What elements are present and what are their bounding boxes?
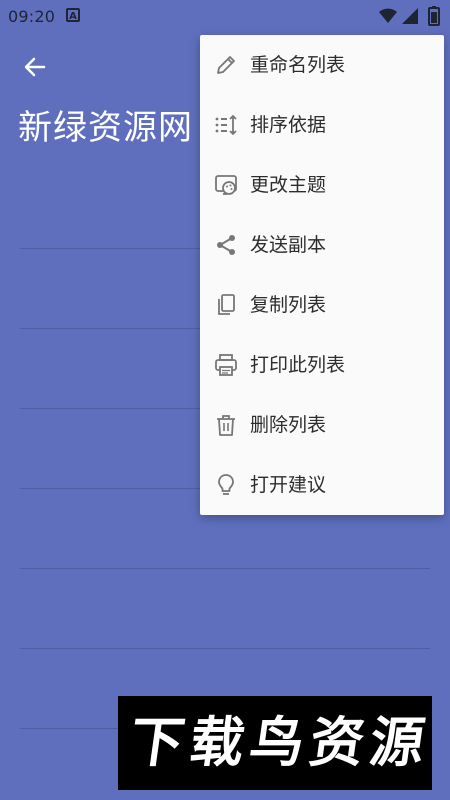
status-time: 09:20 (8, 7, 56, 26)
menu-item-label: 打开建议 (250, 474, 327, 496)
menu-item-label: 复制列表 (250, 294, 327, 316)
menu-item-label: 更改主题 (250, 174, 327, 196)
pencil-icon (217, 56, 235, 74)
status-bar: 09:20 A (0, 0, 450, 32)
battery-icon (428, 6, 440, 26)
overflow-menu: 重命名列表 排序依据 更改主题 发送副本 复制列表 打印此列表 删除列表 打开建… (200, 35, 444, 515)
menu-item-duplicate-list[interactable]: 复制列表 (200, 275, 444, 335)
signal-icon (402, 8, 418, 24)
status-icons (374, 6, 444, 26)
copy-icon (218, 294, 235, 315)
menu-item-print-list[interactable]: 打印此列表 (200, 335, 444, 395)
trash-icon (217, 415, 235, 436)
list-divider (20, 648, 430, 649)
menu-item-change-theme[interactable]: 更改主题 (200, 155, 444, 215)
print-icon (215, 354, 237, 376)
page-title: 新绿资源网 (18, 108, 193, 148)
wifi-icon (379, 8, 397, 23)
menu-item-open-suggestions[interactable]: 打开建议 (200, 455, 444, 515)
notification-a-icon: A (66, 8, 80, 22)
menu-item-sort-by[interactable]: 排序依据 (200, 95, 444, 155)
sort-icon (215, 115, 237, 135)
menu-item-send-copy[interactable]: 发送副本 (200, 215, 444, 275)
back-button[interactable] (20, 52, 50, 82)
menu-item-label: 重命名列表 (250, 54, 346, 76)
menu-item-delete-list[interactable]: 删除列表 (200, 395, 444, 455)
watermark-banner: 下载鸟资源 (118, 696, 434, 790)
watermark-text: 下载鸟资源 (125, 711, 435, 774)
list-divider (20, 568, 430, 569)
menu-item-label: 发送副本 (250, 234, 327, 256)
menu-item-label: 打印此列表 (250, 354, 346, 376)
menu-item-label: 排序依据 (250, 114, 327, 136)
menu-item-rename-list[interactable]: 重命名列表 (200, 35, 444, 95)
app-screen: 09:20 A 新绿资源网 重命名列表 排序依据 更改主题 发送副本 复制列表 … (0, 0, 450, 800)
menu-item-label: 删除列表 (250, 414, 327, 436)
theme-icon (215, 175, 237, 195)
share-icon (217, 235, 235, 255)
arrow-left-icon (24, 57, 46, 77)
bulb-icon (218, 474, 234, 495)
